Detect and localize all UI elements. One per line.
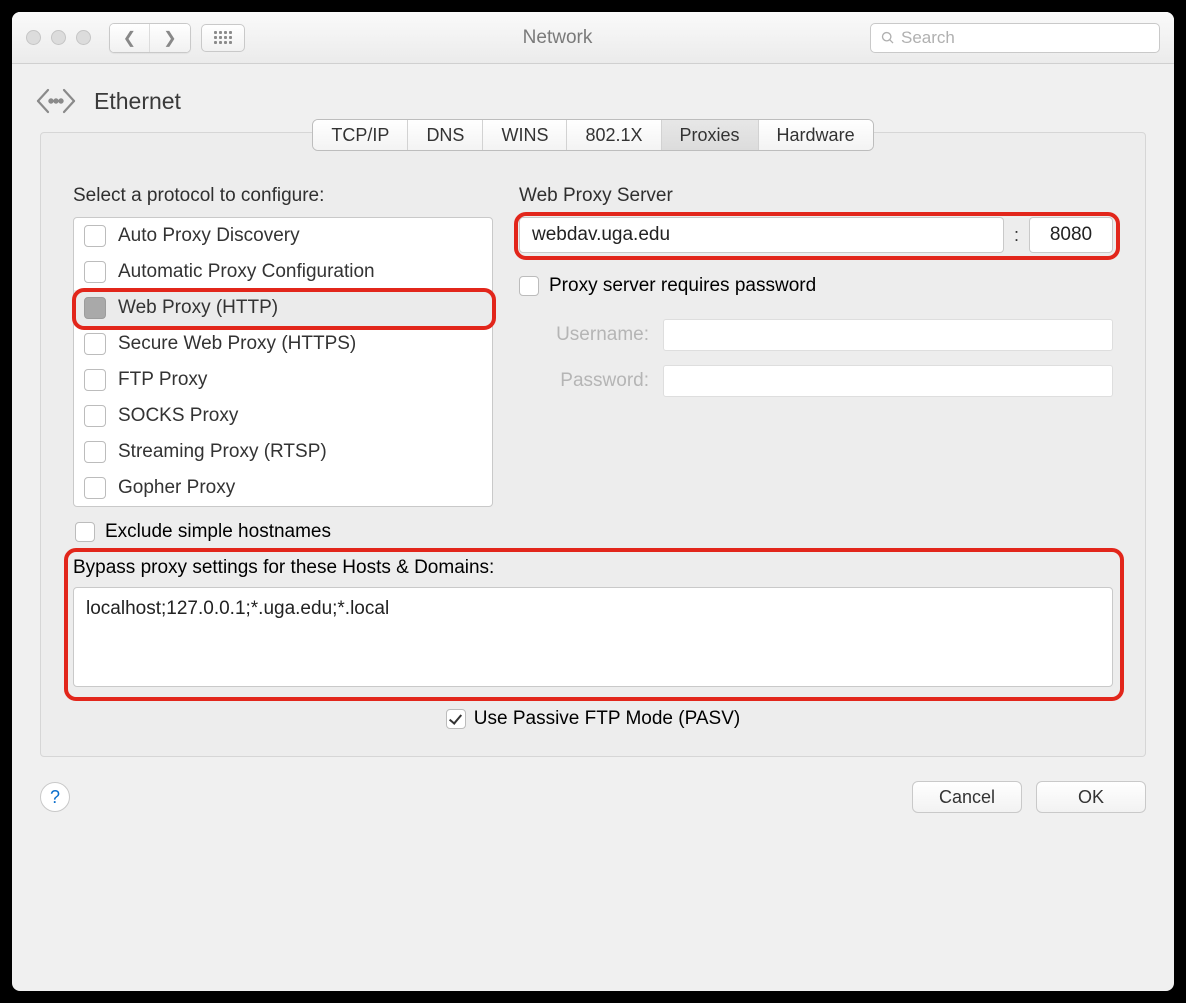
proxy-host-field[interactable] [519, 217, 1004, 253]
tab-proxies[interactable]: Proxies [662, 120, 759, 150]
protocol-checkbox[interactable] [84, 225, 106, 247]
footer: ? Cancel OK [12, 757, 1174, 837]
username-field[interactable] [663, 319, 1113, 351]
protocol-item[interactable]: Streaming Proxy (RTSP) [74, 434, 492, 470]
protocol-checkbox[interactable] [84, 477, 106, 499]
protocol-item[interactable]: FTP Proxy [74, 362, 492, 398]
tab-dns[interactable]: DNS [408, 120, 483, 150]
traffic-lights[interactable] [26, 30, 91, 45]
page-title: Ethernet [94, 88, 181, 115]
ethernet-icon [34, 84, 78, 118]
tab-bar: TCP/IPDNSWINS802.1XProxiesHardware [41, 119, 1145, 151]
requires-password-label: Proxy server requires password [549, 275, 816, 297]
zoom-icon[interactable] [76, 30, 91, 45]
protocol-label: Web Proxy (HTTP) [118, 297, 278, 319]
password-label: Password: [519, 370, 649, 392]
network-prefs-window: ❮ ❯ Network Search Ethernet TCP/IPDNSWIN… [12, 12, 1174, 991]
cancel-button[interactable]: Cancel [912, 781, 1022, 813]
requires-password-checkbox[interactable] [519, 276, 539, 296]
tab-wins[interactable]: WINS [483, 120, 567, 150]
search-input[interactable]: Search [870, 23, 1160, 53]
protocol-label: Secure Web Proxy (HTTPS) [118, 333, 356, 355]
tab-8021x[interactable]: 802.1X [567, 120, 661, 150]
show-all-button[interactable] [201, 24, 245, 52]
server-row: : [519, 217, 1113, 253]
bypass-textarea[interactable] [73, 587, 1113, 687]
titlebar: ❮ ❯ Network Search [12, 12, 1174, 64]
protocol-select-label: Select a protocol to configure: [73, 185, 493, 207]
protocol-item[interactable]: SOCKS Proxy [74, 398, 492, 434]
protocol-label: SOCKS Proxy [118, 405, 238, 427]
protocol-item[interactable]: Automatic Proxy Configuration [74, 254, 492, 290]
web-proxy-server-label: Web Proxy Server [519, 185, 1113, 207]
exclude-simple-label: Exclude simple hostnames [105, 521, 331, 543]
protocol-checkbox[interactable] [84, 405, 106, 427]
tab-tcpip[interactable]: TCP/IP [313, 120, 408, 150]
protocol-checkbox[interactable] [84, 261, 106, 283]
proxies-panel: TCP/IPDNSWINS802.1XProxiesHardware Selec… [40, 132, 1146, 757]
protocol-item[interactable]: Web Proxy (HTTP) [74, 290, 492, 326]
bypass-box: Bypass proxy settings for these Hosts & … [73, 557, 1113, 690]
protocol-label: Gopher Proxy [118, 477, 235, 499]
back-button[interactable]: ❮ [110, 24, 150, 52]
minimize-icon[interactable] [51, 30, 66, 45]
nav-back-forward[interactable]: ❮ ❯ [109, 23, 191, 53]
help-button[interactable]: ? [40, 782, 70, 812]
search-placeholder: Search [901, 28, 955, 48]
protocol-label: FTP Proxy [118, 369, 207, 391]
password-field[interactable] [663, 365, 1113, 397]
proxy-port-field[interactable] [1029, 217, 1113, 253]
pasv-mode-label: Use Passive FTP Mode (PASV) [474, 708, 740, 730]
protocol-item[interactable]: Auto Proxy Discovery [74, 218, 492, 254]
ok-button[interactable]: OK [1036, 781, 1146, 813]
protocol-checkbox[interactable] [84, 297, 106, 319]
protocol-checkbox[interactable] [84, 441, 106, 463]
pasv-mode-checkbox[interactable] [446, 709, 466, 729]
protocol-label: Streaming Proxy (RTSP) [118, 441, 327, 463]
search-icon [881, 31, 895, 45]
forward-button[interactable]: ❯ [150, 24, 190, 52]
exclude-simple-checkbox[interactable] [75, 522, 95, 542]
protocol-checkbox[interactable] [84, 333, 106, 355]
protocol-checkbox[interactable] [84, 369, 106, 391]
bypass-label: Bypass proxy settings for these Hosts & … [73, 557, 1113, 579]
protocol-item[interactable]: Secure Web Proxy (HTTPS) [74, 326, 492, 362]
username-label: Username: [519, 324, 649, 346]
tab-hardware[interactable]: Hardware [759, 120, 873, 150]
window-title: Network [255, 27, 860, 49]
host-port-colon: : [1014, 225, 1019, 246]
protocol-item[interactable]: Gopher Proxy [74, 470, 492, 506]
protocol-list[interactable]: Auto Proxy Discovery Automatic Proxy Conf… [73, 217, 493, 507]
protocol-label: Automatic Proxy Configuration [118, 261, 375, 283]
grid-icon [214, 31, 232, 44]
protocol-label: Auto Proxy Discovery [118, 225, 300, 247]
close-icon[interactable] [26, 30, 41, 45]
